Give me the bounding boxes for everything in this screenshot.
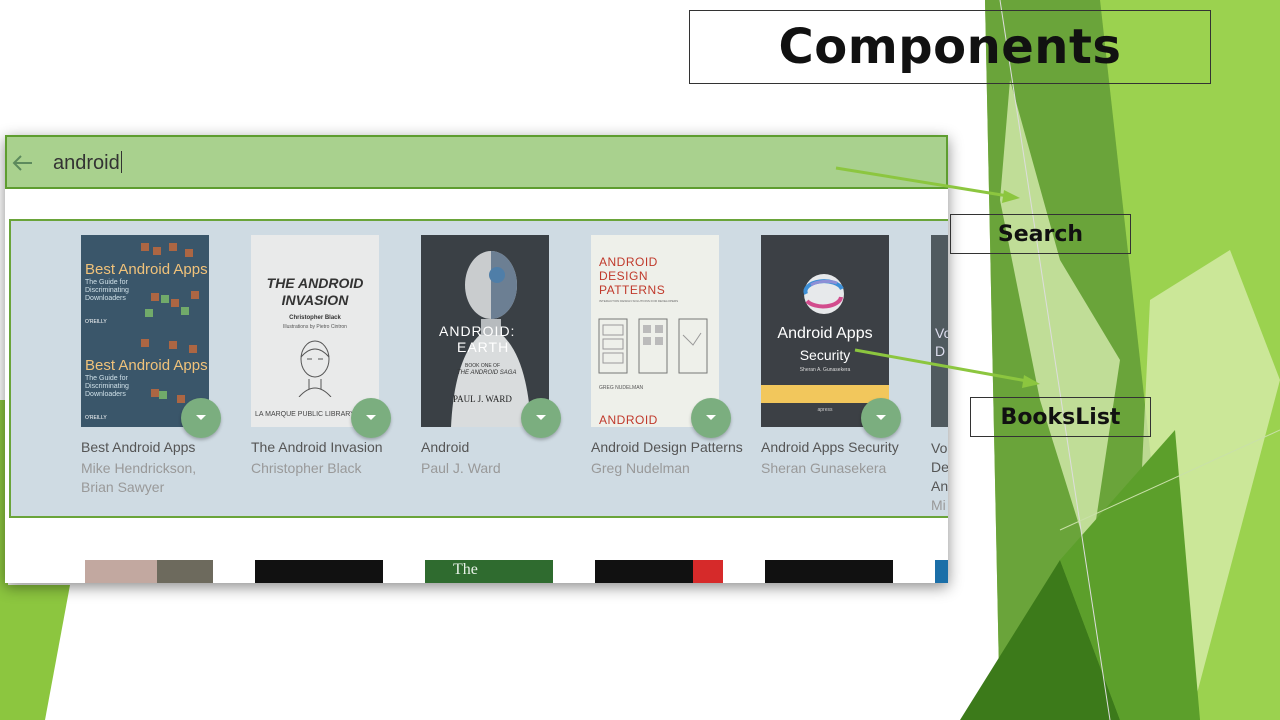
cover-subtitle: The Guide for Discriminating Downloaders — [85, 279, 129, 302]
book-title: Vo De An — [931, 440, 948, 494]
cover-publisher: O'REILLY — [85, 319, 107, 325]
book-menu-button[interactable] — [691, 398, 731, 438]
book-cover: The — [425, 560, 553, 583]
cover-subtitle: INTERACTION DESIGN SOLUTIONS FOR DEVELOP… — [599, 299, 679, 303]
back-arrow-icon[interactable] — [11, 154, 33, 172]
book-cover: ANDROID DESIGN PATTERNS INTERACTION DESI… — [591, 235, 719, 427]
cover-title: DESIGN — [599, 269, 649, 283]
book-cover — [595, 560, 723, 583]
book-author: Greg Nudelman — [591, 460, 690, 476]
book-author: Sheran Gunasekera — [761, 460, 887, 476]
cover-illustrator: Illustrations by Pietro Cintron — [283, 324, 347, 330]
book-cover — [765, 560, 893, 583]
search-input[interactable]: android — [53, 149, 122, 177]
book-title: Android — [421, 439, 470, 455]
book-title: Best Android Apps — [81, 439, 196, 455]
cover-title: ANDROID: — [439, 323, 516, 339]
book-title: The Android Invasion — [251, 439, 383, 455]
book-author: Mike Hendrickson, Brian Sawyer — [81, 460, 197, 495]
cover-title: ANDROID — [599, 255, 658, 269]
book-author: Paul J. Ward — [421, 460, 501, 476]
cover-title: Best Android Apps — [85, 357, 208, 374]
search-callout-label: Search — [950, 214, 1131, 254]
book-menu-button[interactable] — [351, 398, 391, 438]
app-screenshot: android Best Android Apps The Guide for … — [5, 135, 948, 583]
cover-fragment: Vo — [935, 325, 948, 341]
cover-title: Security — [799, 347, 851, 363]
globe-logo-icon — [803, 274, 844, 314]
book-cover: ANDROID: EARTH BOOK ONE OF THE ANDROID S… — [421, 235, 549, 427]
text-caret — [120, 151, 122, 173]
cover-title: EARTH — [457, 339, 510, 355]
cover-author: PAUL J. WARD — [453, 394, 512, 404]
cover-title: Android Apps — [777, 325, 873, 342]
search-bar: android — [5, 135, 948, 189]
cover-publisher: O'REILLY — [85, 415, 107, 421]
book-cover — [255, 560, 383, 583]
book-cover — [935, 560, 948, 583]
book-cover: Best Android Apps The Guide for Discrimi… — [81, 235, 209, 427]
cover-library-stamp: LA MARQUE PUBLIC LIBRARY — [255, 411, 355, 418]
book-cover: Vo D — [931, 235, 948, 427]
book-title: Android Design Patterns — [591, 439, 743, 455]
cover-title: THE ANDROID — [266, 275, 364, 291]
cover-title: Best Android Apps — [85, 261, 208, 278]
book-menu-button[interactable] — [861, 398, 901, 438]
cover-author: GREG NUDELMAN — [599, 385, 644, 391]
book-menu-button[interactable] — [521, 398, 561, 438]
slide-title: Components — [778, 19, 1122, 75]
book-menu-button[interactable] — [181, 398, 221, 438]
cover-title: INVASION — [281, 292, 349, 308]
cover-series: THE ANDROID SAGA — [457, 370, 517, 376]
books-list: Best Android Apps The Guide for Discrimi… — [9, 219, 948, 518]
wireframe-illustration — [598, 318, 708, 374]
cover-fragment: D — [935, 343, 946, 359]
cover-footer: ANDROID — [599, 413, 658, 427]
book-cover: THE ANDROID INVASION Christopher Black I… — [251, 235, 379, 427]
book-author: Christopher Black — [251, 460, 362, 476]
cover-title: PATTERNS — [599, 283, 666, 297]
bookslist-callout-label: BooksList — [970, 397, 1151, 437]
book-cover — [85, 560, 213, 583]
book-author: Mi Zo — [931, 497, 946, 513]
cover-author: Sheran A. Gunasekera — [799, 367, 851, 373]
cover-series: BOOK ONE OF — [465, 363, 501, 369]
book-title: Android Apps Security — [761, 439, 899, 455]
android-head-illustration — [298, 340, 332, 397]
search-value: android — [53, 152, 120, 174]
cover-author: Christopher Black — [289, 315, 341, 321]
cover-subtitle: The Guide for Discriminating Downloaders — [85, 375, 129, 398]
book-cover: Android Apps Security Sheran A. Gunaseke… — [761, 235, 889, 427]
